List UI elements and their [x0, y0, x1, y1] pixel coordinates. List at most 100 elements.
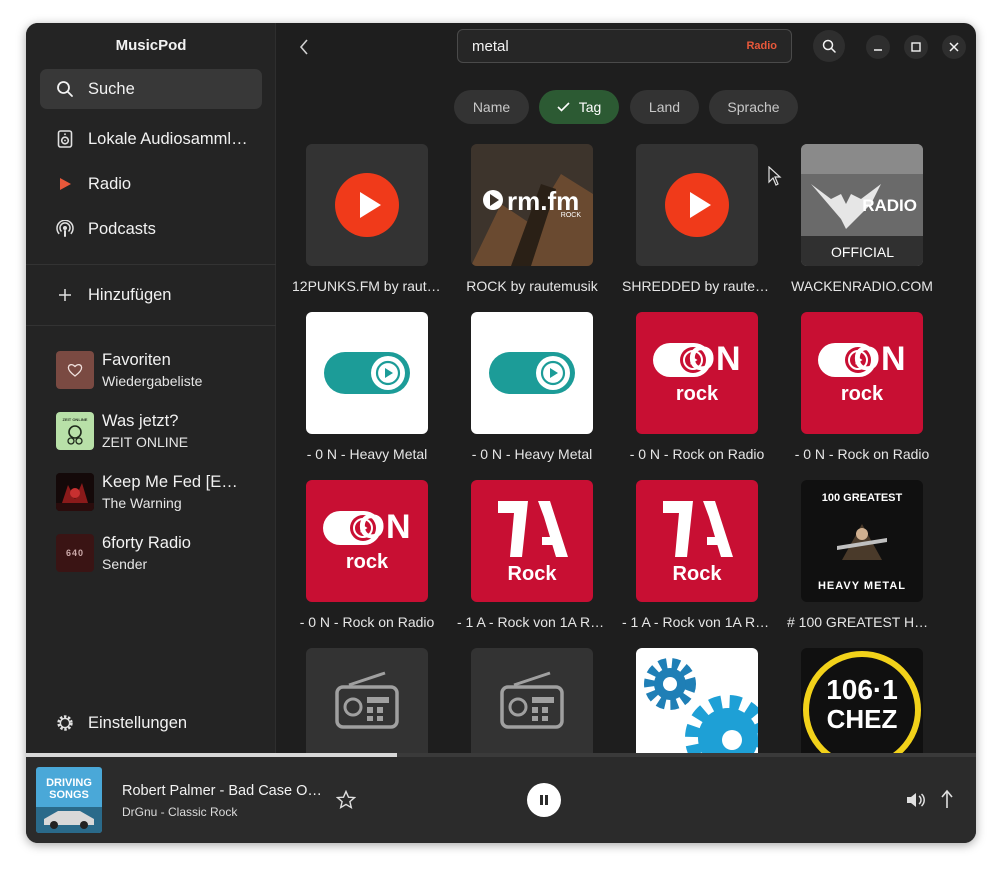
- search-button[interactable]: [813, 30, 845, 62]
- search-type-badge[interactable]: Radio: [746, 40, 777, 52]
- sidebar-item-label: Lokale Audiosammlung: [88, 129, 248, 148]
- library-item-title: Favoriten: [102, 351, 171, 369]
- station-tile[interactable]: ON rock: [801, 312, 923, 434]
- station-tile[interactable]: [636, 648, 758, 753]
- station-tile[interactable]: [306, 312, 428, 434]
- sidebar-item-label: Radio: [88, 174, 132, 193]
- station-tile[interactable]: RADIO OFFICIAL: [801, 144, 923, 266]
- settings-label: Einstellungen: [88, 713, 188, 732]
- library-item-6forty[interactable]: 640 6forty Radio Sender: [56, 528, 256, 578]
- add-label: Hinzufügen: [88, 285, 172, 304]
- sidebar-item-local-audio[interactable]: Lokale Audiosammlung: [40, 119, 262, 159]
- cover-title-text: DRIVING SONGS: [46, 777, 92, 801]
- on-rock-text: rock: [840, 383, 884, 405]
- back-button[interactable]: [294, 35, 314, 59]
- library-item-subtitle: Sender: [102, 556, 148, 572]
- station-label: - 0 N - Rock on Radio: [629, 446, 765, 462]
- station-tile[interactable]: ON rock: [636, 312, 758, 434]
- station-tile[interactable]: [306, 144, 428, 266]
- sidebar-divider: [26, 264, 276, 265]
- library-item-favorites[interactable]: Favoriten Wiedergabeliste: [56, 345, 256, 395]
- plus-icon: [56, 286, 74, 304]
- minimize-button[interactable]: [866, 35, 890, 59]
- filter-chip-tag[interactable]: Tag: [539, 90, 619, 124]
- volume-icon: [907, 793, 925, 807]
- album-cover[interactable]: DRIVING SONGS: [36, 767, 102, 833]
- station-tile[interactable]: rm.fm ROCK: [471, 144, 593, 266]
- greatest-title-text: 100 GREATEST: [821, 492, 903, 504]
- toggle-on-logo: [324, 352, 410, 394]
- filter-chip-name[interactable]: Name: [454, 90, 529, 124]
- sidebar-item-search[interactable]: Suche: [40, 69, 262, 109]
- chip-label: Name: [472, 99, 511, 115]
- station-tile[interactable]: 100 GREATEST HEAVY METAL: [801, 480, 923, 602]
- radio-play-icon: [56, 175, 74, 193]
- station-tile[interactable]: ON rock: [306, 480, 428, 602]
- radio-icon: [335, 671, 399, 729]
- chip-label: Sprache: [727, 99, 780, 115]
- sidebar-divider: [26, 325, 276, 326]
- maximize-icon: [911, 42, 921, 52]
- settings-button[interactable]: Einstellungen: [40, 703, 262, 743]
- station-tile[interactable]: [471, 312, 593, 434]
- metal-guitarist-art: [837, 524, 887, 560]
- arrow-up-icon: [941, 789, 953, 808]
- 1a-logo: [663, 500, 733, 557]
- chip-label: Tag: [578, 99, 602, 115]
- library-item-subtitle: The Warning: [102, 495, 182, 511]
- cover-text: 640: [65, 548, 85, 558]
- sidebar-item-podcasts[interactable]: Podcasts: [40, 209, 262, 249]
- radio-icon: [500, 671, 564, 729]
- station-tile[interactable]: Rock: [471, 480, 593, 602]
- maximize-button[interactable]: [904, 35, 928, 59]
- expand-player-button[interactable]: [940, 789, 954, 814]
- station-label: SHREDDED by rautemusik: [622, 278, 772, 294]
- greatest-sub-text: HEAVY METAL: [817, 580, 906, 592]
- station-tile[interactable]: Rock: [636, 480, 758, 602]
- star-icon: [335, 789, 357, 810]
- track-title: Robert Palmer - Bad Case Of Loving You: [122, 783, 322, 799]
- album-cover-art: [56, 473, 94, 511]
- on-logo-text: ON: [688, 340, 742, 378]
- library-item-was-jetzt[interactable]: ZEIT ONLINE Was jetzt? ZEIT ONLINE: [56, 406, 256, 456]
- station-label: WACKENRADIO.COM: [791, 278, 933, 294]
- station-tile[interactable]: 106·1 CHEZ: [801, 648, 923, 753]
- sidebar-item-radio[interactable]: Radio: [40, 164, 262, 204]
- chez-name-text: CHEZ: [826, 704, 898, 734]
- play-icon: [335, 173, 399, 237]
- wacken-official-text: OFFICIAL: [831, 244, 895, 260]
- rmfm-sub-text: ROCK: [560, 212, 581, 219]
- close-icon: [949, 42, 959, 52]
- station-tile[interactable]: [306, 648, 428, 753]
- filter-chip-land[interactable]: Land: [630, 90, 699, 124]
- search-icon: [822, 39, 836, 53]
- search-field[interactable]: metal Radio: [457, 29, 792, 63]
- podcast-cover-art: ZEIT ONLINE: [56, 412, 94, 450]
- favorite-button[interactable]: [335, 789, 357, 815]
- chez-number-text: 106·1: [826, 674, 898, 705]
- podcast-icon: [56, 220, 74, 238]
- library-item-keep-me-fed[interactable]: Keep Me Fed [Explicit] The Warning: [56, 467, 256, 517]
- wacken-radio-text: RADIO: [862, 196, 917, 215]
- pause-button[interactable]: [527, 783, 561, 817]
- gear-icon: [56, 714, 74, 732]
- on-rock-text: rock: [675, 383, 719, 405]
- sidebar-item-label: Suche: [88, 79, 135, 98]
- 1a-rock-text: Rock: [672, 562, 722, 585]
- close-button[interactable]: [942, 35, 966, 59]
- station-label: ROCK by rautemusik: [466, 278, 598, 294]
- sidebar-item-label: Podcasts: [88, 219, 156, 238]
- filter-chip-sprache[interactable]: Sprache: [709, 90, 798, 124]
- play-icon: [665, 173, 729, 237]
- library-item-title: Keep Me Fed [Explicit]: [102, 473, 242, 491]
- station-tile[interactable]: [636, 144, 758, 266]
- station-label: - 0 N - Heavy Metal: [471, 446, 593, 462]
- toggle-on-logo: [489, 352, 575, 394]
- mouse-cursor-icon: [768, 166, 782, 186]
- volume-button[interactable]: [905, 791, 925, 814]
- search-input[interactable]: metal: [472, 38, 746, 55]
- station-label: - 0 N - Rock on Radio: [794, 446, 930, 462]
- station-tile[interactable]: [471, 648, 593, 753]
- add-button[interactable]: Hinzufügen: [40, 275, 262, 315]
- heart-icon: [56, 351, 94, 389]
